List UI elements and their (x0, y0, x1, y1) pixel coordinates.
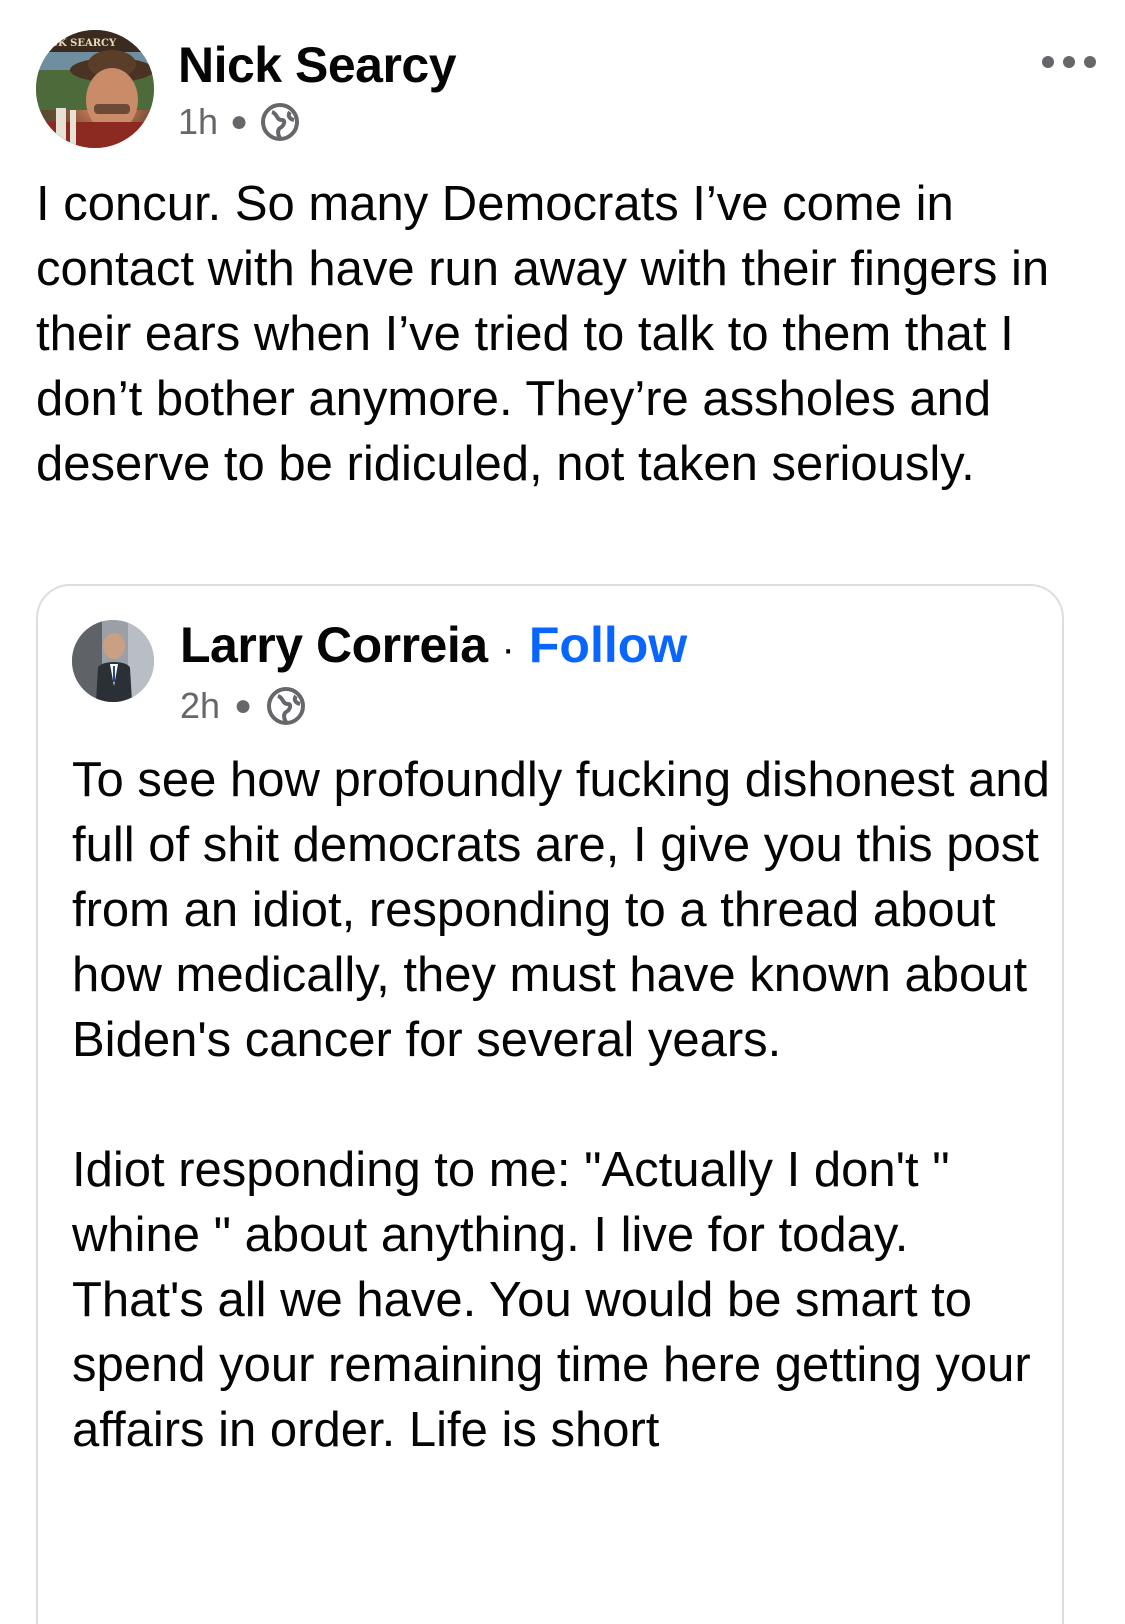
facebook-post: CK SEARCY Nick Searcy 1h ● I concur. So … (0, 0, 1125, 1624)
shared-avatar-image (72, 620, 154, 702)
globe-icon[interactable] (266, 686, 306, 726)
author-name[interactable]: Nick Searcy (178, 34, 457, 96)
shared-post-meta: 2h ● (180, 684, 306, 728)
more-dot (1042, 56, 1054, 68)
more-dot (1084, 56, 1096, 68)
name-follow-separator: · (501, 627, 515, 671)
shared-post-time[interactable]: 2h (180, 684, 220, 728)
post-header: CK SEARCY Nick Searcy 1h ● (36, 30, 1096, 152)
shared-author-avatar[interactable] (72, 620, 154, 702)
post-time[interactable]: 1h (178, 100, 218, 144)
shared-author-name[interactable]: Larry Correia (180, 614, 488, 676)
post-meta: 1h ● (178, 100, 300, 144)
shared-post-paragraph: To see how profoundly fucking dishonest … (72, 753, 1050, 1067)
meta-separator-dot: ● (234, 689, 253, 722)
more-dot (1063, 56, 1075, 68)
shared-author-row: Larry Correia · Follow (180, 614, 687, 680)
avatar-banner-text: CK SEARCY (50, 38, 117, 49)
shared-post-paragraph: Idiot responding to me: "Actually I don'… (72, 1143, 1031, 1457)
avatar-image: CK SEARCY (36, 30, 154, 148)
follow-button[interactable]: Follow (529, 614, 687, 676)
meta-separator-dot: ● (230, 105, 249, 138)
globe-icon[interactable] (260, 102, 300, 142)
more-options-icon[interactable] (1042, 52, 1096, 72)
post-text: I concur. So many Democrats I’ve come in… (36, 177, 1063, 491)
shared-post-text: To see how profoundly fucking dishonest … (72, 748, 1052, 1463)
shared-post-card[interactable]: Larry Correia · Follow 2h ● To see how p… (36, 584, 1064, 1624)
author-avatar[interactable]: CK SEARCY (36, 30, 154, 148)
